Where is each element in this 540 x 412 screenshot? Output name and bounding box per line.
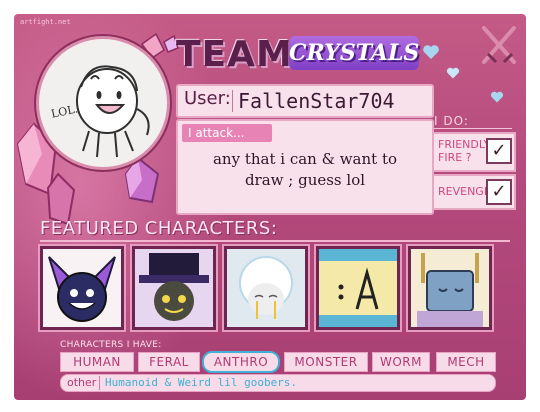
- i-do-label: I DO:: [434, 114, 469, 128]
- friendly-fire-checkbox[interactable]: ✓: [486, 138, 512, 164]
- tag-anthro[interactable]: ANTHRO: [202, 351, 280, 373]
- crossed-swords-icon: [482, 26, 516, 64]
- tag-feral[interactable]: FERAL: [138, 352, 200, 372]
- team-title: TEAM: [176, 34, 293, 75]
- divider: [40, 240, 510, 242]
- artfight-profile-card: artfight.net LOL. TEAM CRYSTALS User: Fa…: [14, 14, 526, 400]
- character-art: [319, 249, 397, 327]
- revenge-checkbox[interactable]: ✓: [486, 179, 512, 205]
- character-art: [135, 249, 213, 327]
- character-art: [43, 249, 121, 327]
- friendly-fire-label: FIRE ?: [438, 151, 472, 164]
- heart-icon: [423, 45, 439, 59]
- character-art: [411, 249, 489, 327]
- attack-label: I attack...: [182, 124, 272, 142]
- credit-text: artfight.net: [20, 18, 71, 26]
- featured-characters-title: FEATURED CHARACTERS:: [40, 218, 278, 239]
- revenge-option: REVENGE ✓: [432, 174, 516, 210]
- featured-character-3[interactable]: [224, 246, 308, 330]
- user-field: User: FallenStar704: [176, 84, 434, 118]
- featured-character-1[interactable]: [40, 246, 124, 330]
- divider: [434, 128, 512, 129]
- character-art: [227, 249, 305, 327]
- friendly-fire-option: FRIENDLY FIRE ? ✓: [432, 132, 516, 172]
- team-name: CRYSTALS: [289, 36, 419, 70]
- featured-character-4[interactable]: [316, 246, 400, 330]
- other-field: other Humanoid & Weird lil goobers.: [60, 374, 496, 392]
- user-label: User:: [184, 88, 231, 109]
- avatar-doodle: [76, 65, 150, 158]
- other-value: Humanoid & Weird lil goobers.: [105, 376, 298, 389]
- other-label: other: [67, 376, 97, 389]
- tag-worm[interactable]: WORM: [372, 352, 430, 372]
- featured-character-5[interactable]: [408, 246, 492, 330]
- tag-human[interactable]: HUMAN: [60, 352, 134, 372]
- characters-i-have-label: CHARACTERS I HAVE:: [60, 340, 162, 350]
- tag-mech[interactable]: MECH: [436, 352, 496, 372]
- heart-icon: [446, 67, 460, 79]
- avatar: LOL.: [36, 36, 170, 170]
- attack-text-line: draw ; guess lol: [244, 171, 366, 189]
- tag-monster[interactable]: MONSTER: [284, 352, 368, 372]
- username: FallenStar704: [238, 89, 395, 113]
- revenge-label: REVENGE: [438, 185, 491, 198]
- attack-field: I attack... any that i can & want to dra…: [176, 119, 434, 215]
- attack-text-line: any that i can & want to: [212, 150, 398, 168]
- featured-character-2[interactable]: [132, 246, 216, 330]
- divider: [99, 376, 100, 390]
- heart-icon: [490, 91, 504, 103]
- attack-text: any that i can & want to draw ; guess lo…: [190, 149, 420, 191]
- divider: [232, 90, 233, 112]
- friendly-fire-label: FRIENDLY: [438, 138, 491, 151]
